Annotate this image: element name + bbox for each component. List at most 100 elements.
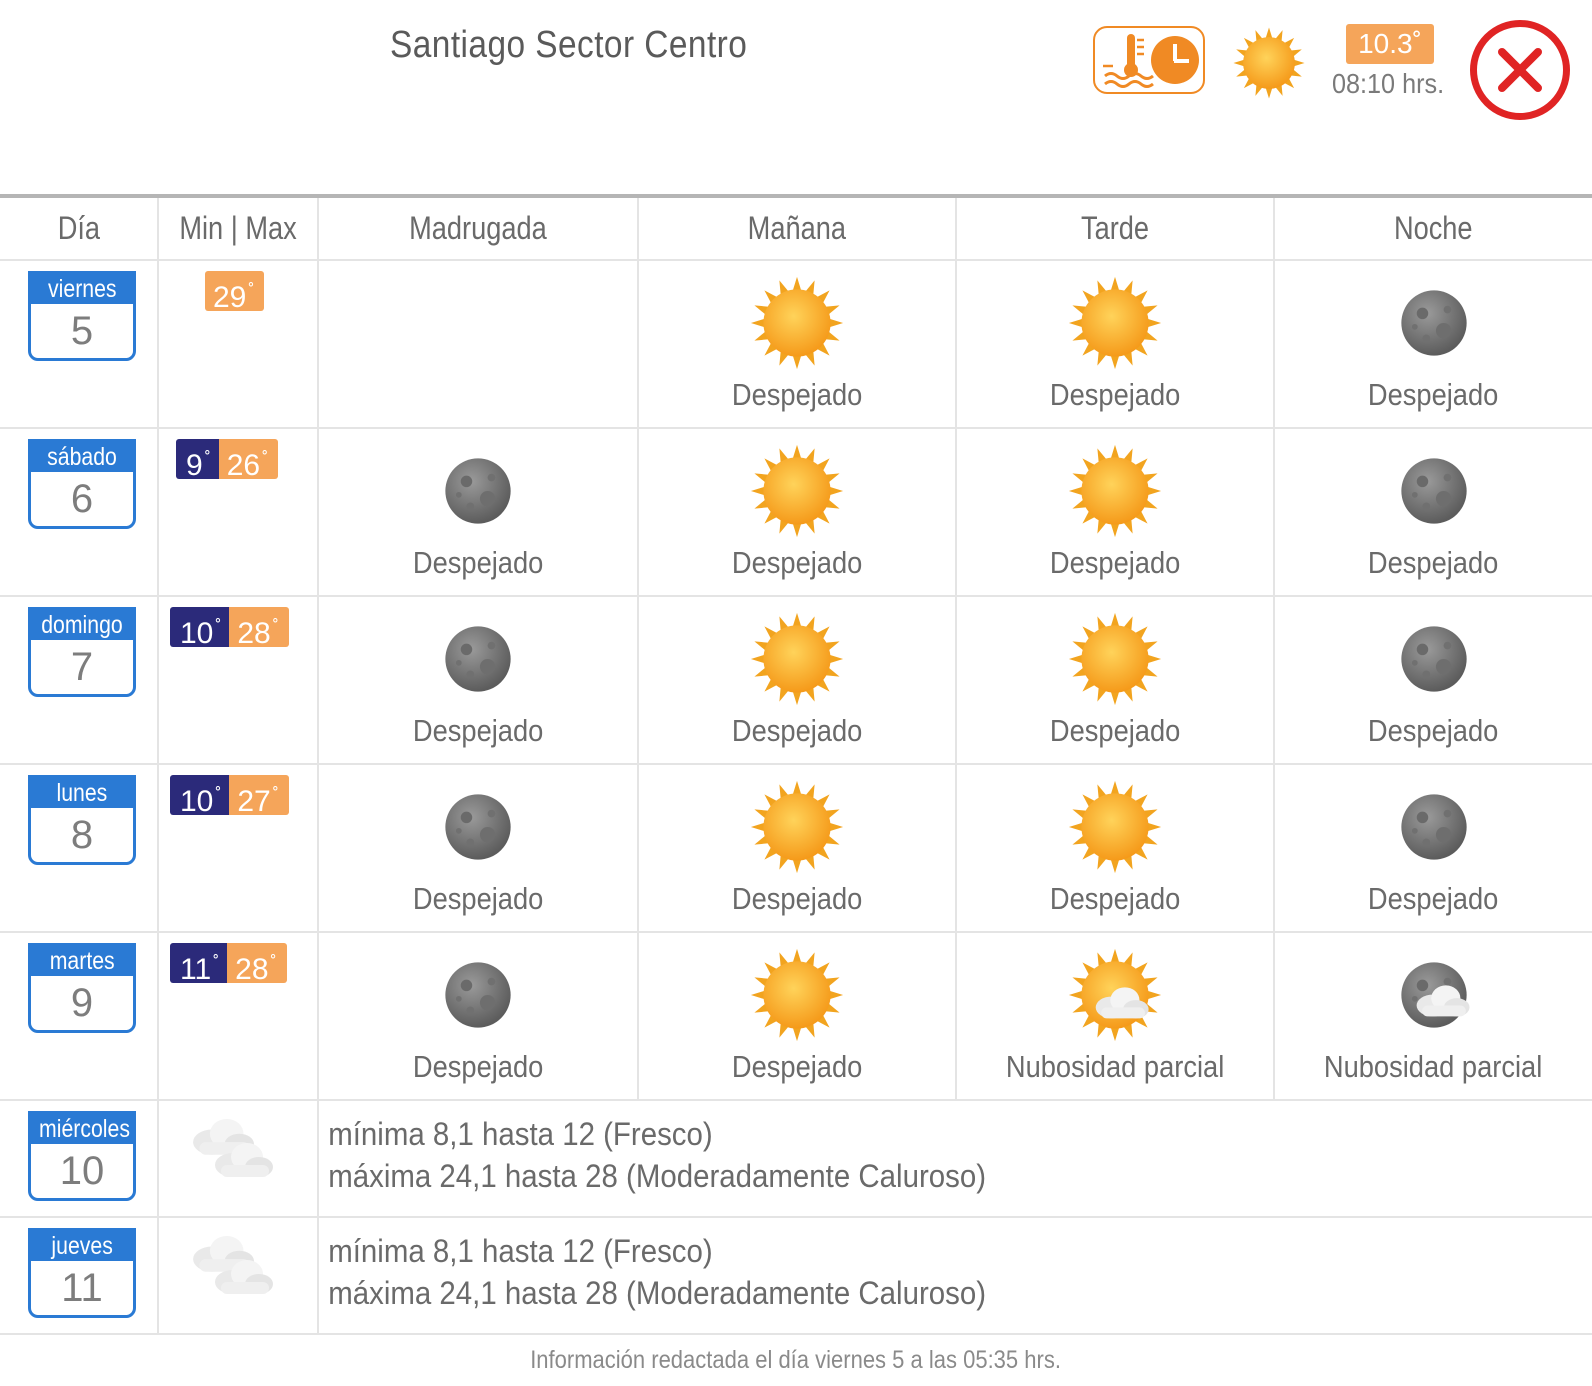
max-range-text: máxima 24,1 hasta 28 (Moderadamente Calu… [328,1158,987,1194]
close-button[interactable] [1470,20,1570,120]
moon-icon [430,443,526,539]
column-header-madrugada: Madrugada [318,196,639,261]
day-number: 9 [70,981,94,1025]
header: Santiago Sector Centro 10.3˚ 08:10 hrs. [0,0,1592,192]
sun-icon [749,779,845,875]
forecast-cell-noche: Despejado [1274,764,1592,933]
condition-label: Despejado [412,545,544,580]
day-number: 10 [59,1149,105,1193]
max-temp: 28 ˚ [229,607,289,650]
table-row: sábado 6 9 ˚ 26 ˚ Despejado Despejado Desp… [0,428,1592,597]
extended-forecast-cell: mínima 8,1 hasta 12 (Fresco) máxima 24,1… [318,1100,1592,1218]
condition-label: Despejado [731,545,863,580]
column-header-dia: Día [0,196,159,261]
extended-forecast-cell: mínima 8,1 hasta 12 (Fresco) máxima 24,1… [318,1217,1592,1335]
current-temperature: 10.3˚ [1346,24,1434,64]
min-max-cell: 9 ˚ 26 ˚ [158,428,319,597]
day-name: viernes [31,274,133,304]
sun-icon [749,947,845,1043]
min-temp: 10 ˚ [170,607,230,650]
forecast-cell-tarde: Despejado [956,260,1275,429]
day-name: domingo [31,610,133,640]
page-title: Santiago Sector Centro [390,24,748,66]
condition-label: Despejado [1049,545,1181,580]
sun-icon [1067,611,1163,707]
table-header-row: Día Min | Max Madrugada Mañana Tarde Noc… [0,196,1592,261]
forecast-table: Día Min | Max Madrugada Mañana Tarde Noc… [0,194,1592,1335]
sun-icon [749,611,845,707]
min-range-text: mínima 8,1 hasta 12 (Fresco) [328,1233,713,1269]
icon-cell [158,1100,319,1218]
forecast-cell-madrugada: Despejado [318,428,639,597]
condition-label: Despejado [731,881,863,916]
sun-icon [1067,443,1163,539]
footer-note: Información redactada el día viernes 5 a… [530,1346,1062,1374]
condition-label: Despejado [412,713,544,748]
moon-icon [1386,611,1482,707]
moon-icon [430,947,526,1043]
moon-icon [1386,443,1482,539]
condition-label: Despejado [1368,881,1499,916]
forecast-cell-manana: Despejado [638,596,957,765]
forecast-cell-tarde: Nubosidad parcial [956,932,1275,1101]
min-max-cell: 10 ˚ 27 ˚ [158,764,319,933]
thermometer-clock-icon [1103,34,1199,88]
sun-icon [1067,779,1163,875]
condition-label: Despejado [1049,377,1181,412]
table-row: martes 9 11 ˚ 28 ˚ Despejado Despejado Nub… [0,932,1592,1101]
condition-label: Despejado [412,881,544,916]
forecast-cell-madrugada: Despejado [318,764,639,933]
min-max-badge: 10 ˚ 28 ˚ [170,607,289,650]
condition-label: Despejado [1049,881,1181,916]
forecast-cell-manana: Despejado [638,428,957,597]
min-max-cell: 29 ˚ [158,260,319,429]
min-temp: 11 ˚ [170,943,228,986]
forecast-cell-tarde: Despejado [956,428,1275,597]
day-cell: sábado 6 [0,428,159,597]
condition-label: Nubosidad parcial [1324,1049,1543,1084]
table-row: viernes 5 29 ˚ Despejado Despejado Despej… [0,260,1592,429]
icon-cell [158,1217,319,1335]
forecast-cell-tarde: Despejado [956,764,1275,933]
moon-icon [1386,779,1482,875]
table-row: miércoles 10 mínima 8,1 hasta 12 (Fresco… [0,1100,1592,1218]
condition-label: Despejado [1368,713,1499,748]
forecast-cell-manana: Despejado [638,764,957,933]
day-number: 8 [70,813,94,857]
condition-label: Despejado [412,1049,544,1084]
table-row: domingo 7 10 ˚ 28 ˚ Despejado Despejado De… [0,596,1592,765]
max-temp: 29 ˚ [205,271,265,314]
close-icon [1498,48,1542,92]
clouds-icon [191,1232,283,1312]
forecast-cell-noche: Despejado [1274,596,1592,765]
min-max-badge: 9 ˚ 26 ˚ [176,439,279,482]
moon-icon [430,779,526,875]
day-name: miércoles [31,1114,133,1144]
condition-label: Despejado [731,377,863,412]
current-sun-icon [1232,26,1306,100]
min-max-badge: 10 ˚ 27 ˚ [170,775,289,818]
day-number: 6 [70,477,94,521]
condition-label: Despejado [731,1049,863,1084]
clouds-icon [191,1115,283,1195]
min-range-text: mínima 8,1 hasta 12 (Fresco) [328,1116,713,1152]
moon-icon [1386,275,1482,371]
max-temp: 26 ˚ [218,439,279,482]
forecast-cell-manana: Despejado [638,932,957,1101]
table-row: lunes 8 10 ˚ 27 ˚ Despejado Despejado Desp… [0,764,1592,933]
min-max-cell: 10 ˚ 28 ˚ [158,596,319,765]
condition-label: Despejado [1049,713,1181,748]
day-cell: martes 9 [0,932,159,1101]
moon-cloud-icon [1386,947,1482,1043]
calendar-badge: domingo 7 [28,607,136,697]
forecast-cell-madrugada: Despejado [318,932,639,1101]
calendar-badge: martes 9 [28,943,136,1033]
day-cell: domingo 7 [0,596,159,765]
day-name: jueves [31,1231,133,1261]
forecast-cell-noche: Nubosidad parcial [1274,932,1592,1101]
sun-icon [749,443,845,539]
day-number: 5 [70,309,94,353]
calendar-badge: jueves 11 [28,1228,136,1318]
thermometer-clock-button[interactable] [1093,26,1205,94]
sun-icon [749,275,845,371]
